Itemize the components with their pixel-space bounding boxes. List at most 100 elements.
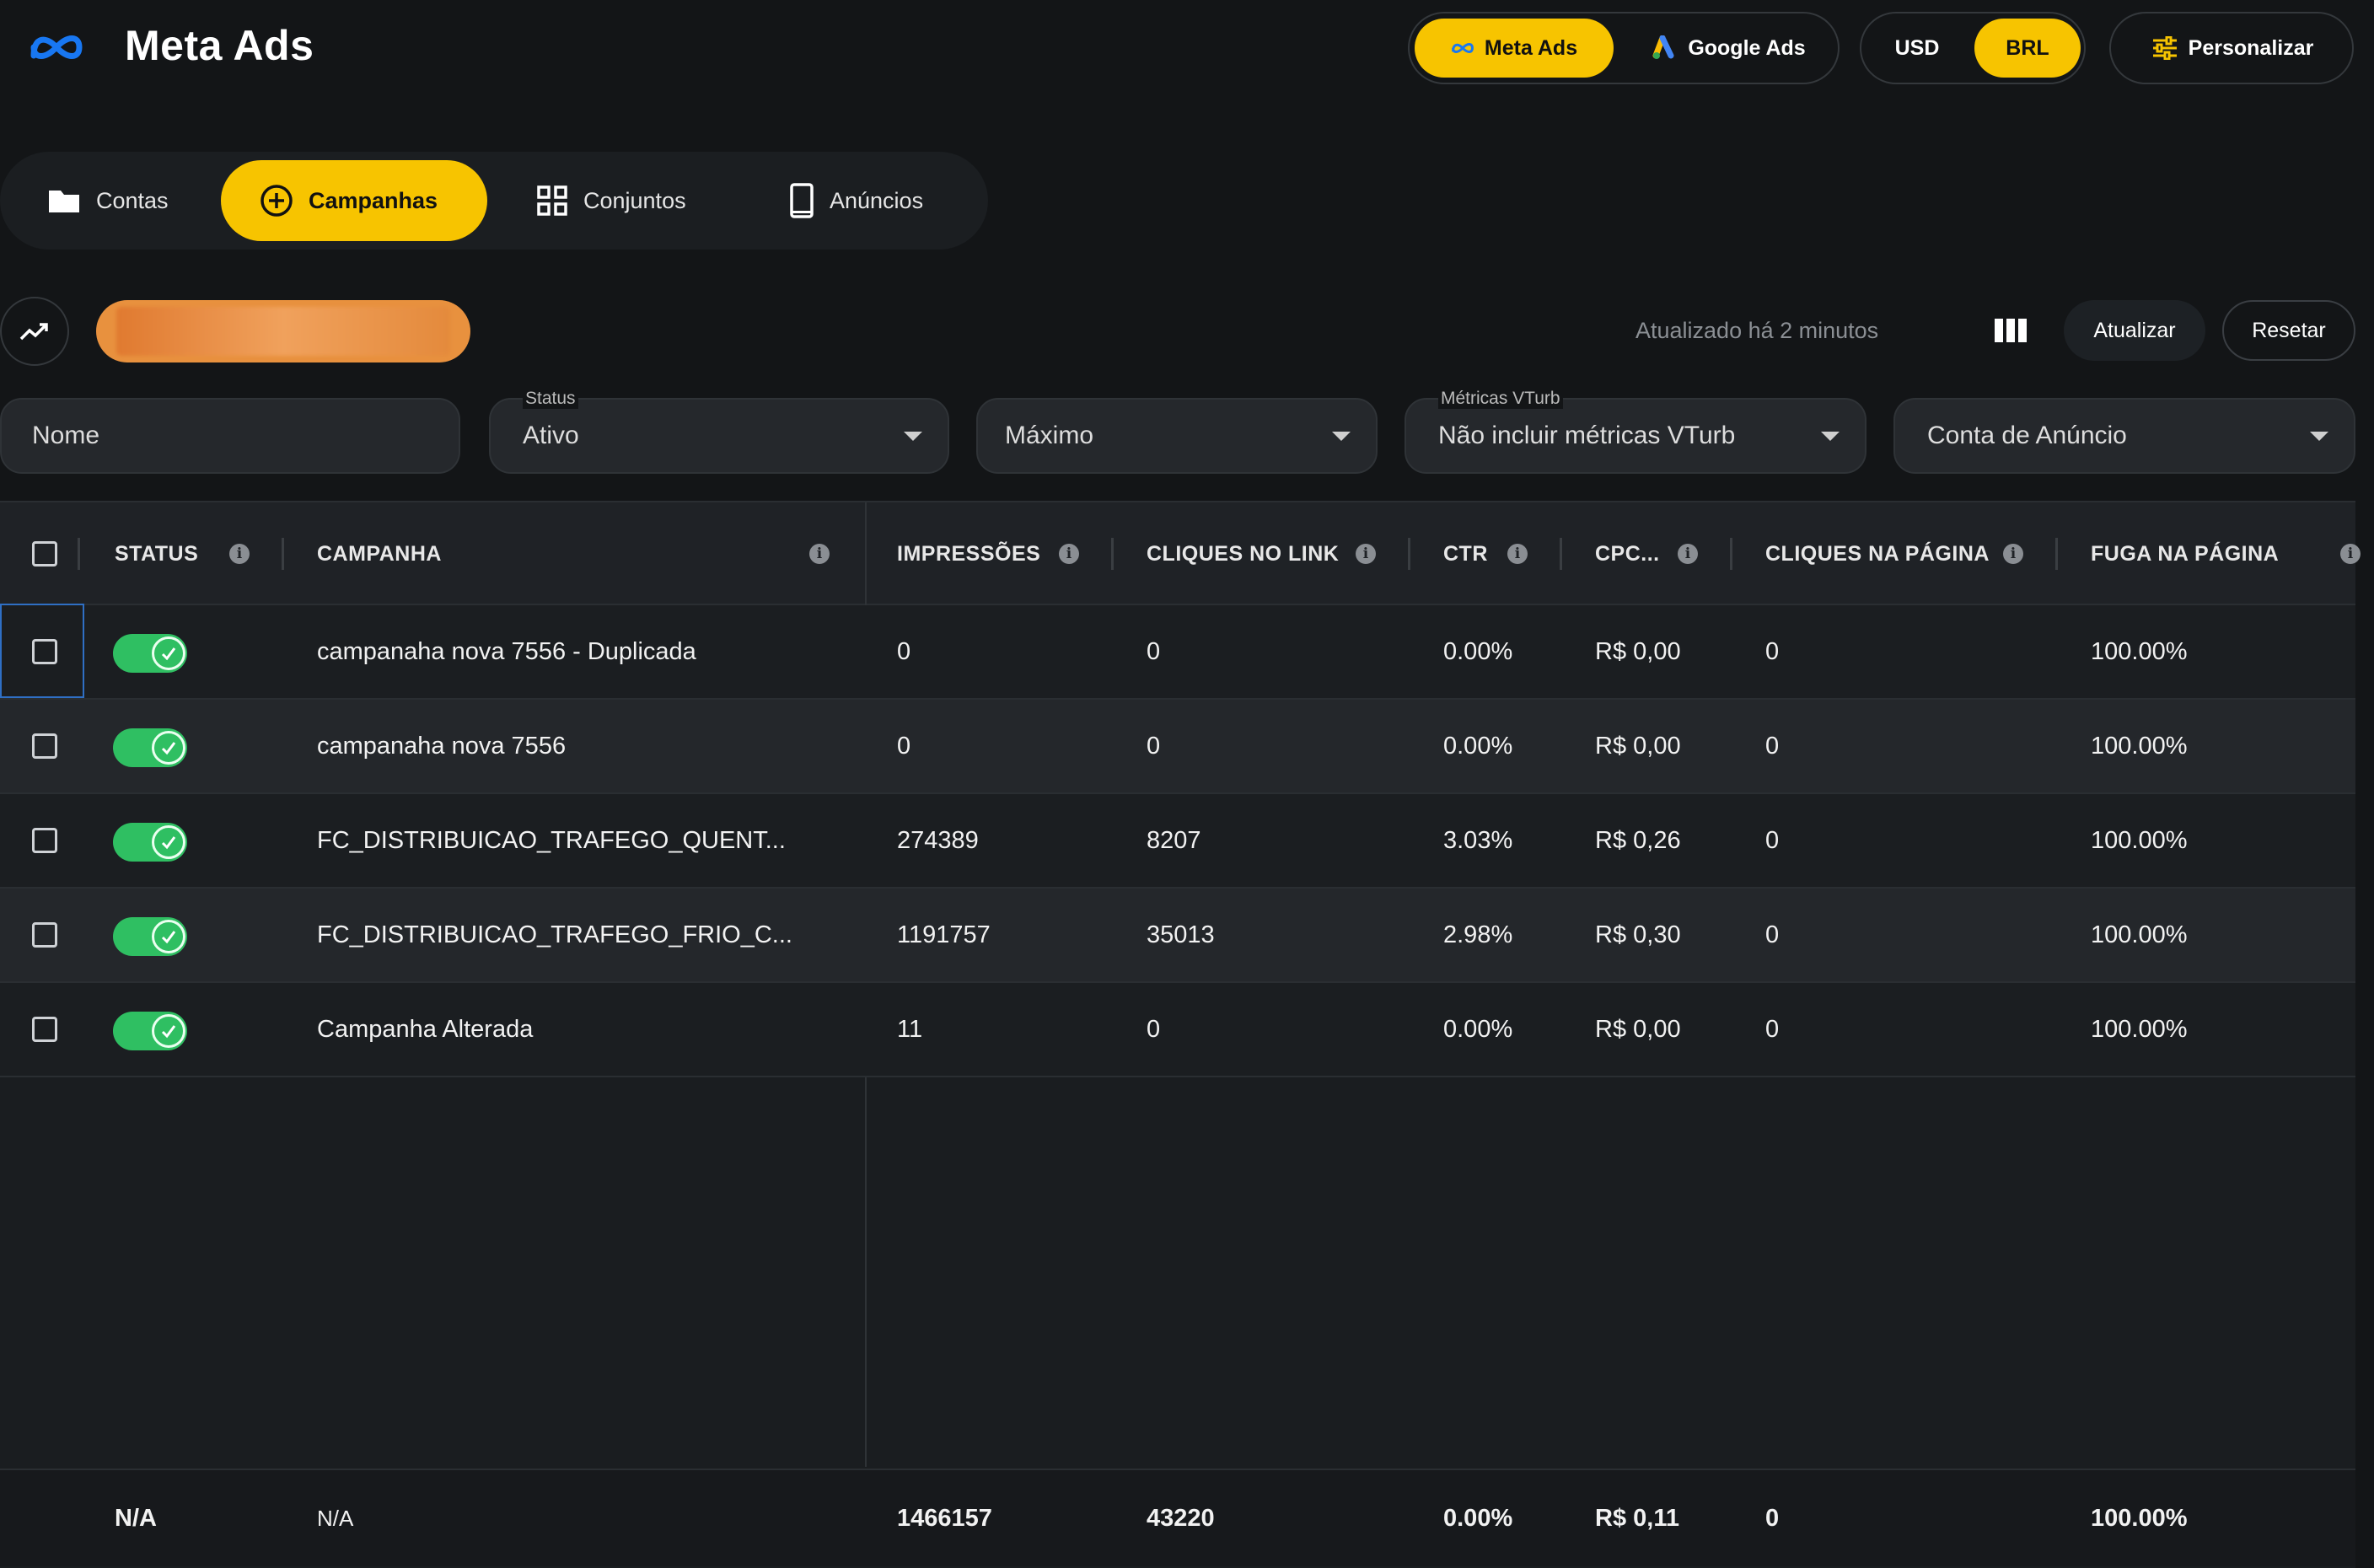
customize-button[interactable]: Personalizar [2109,12,2354,84]
status-toggle[interactable] [113,728,187,767]
page-clicks: 0 [1765,827,1780,854]
focused-cell-outline [0,604,84,698]
campaign-name[interactable]: FC_DISTRIBUICAO_TRAFEGO_QUENT... [317,794,786,887]
name-filter-input[interactable]: Nome [0,398,460,474]
customize-inner: Personalizar [2116,19,2349,78]
total-page-bounce: 100.00% [2091,1505,2188,1532]
ctr: 3.03% [1443,827,1513,854]
updated-status: Atualizado há 2 minutos [1635,318,1879,343]
total-status: N/A [115,1505,157,1532]
chevron-down-icon [1332,432,1351,441]
table-row[interactable]: campanaha nova 7556 - Duplicada 0 0 0.00… [0,605,2355,700]
campaign-name[interactable]: Campanha Alterada [317,983,533,1076]
cpc: R$ 0,26 [1595,827,1681,854]
page-clicks: 0 [1765,1016,1780,1043]
account-chip[interactable] [96,300,470,362]
page-clicks: 0 [1765,638,1780,665]
col-status[interactable]: STATUS [115,502,198,605]
period-select[interactable]: Máximo [976,398,1378,474]
col-fuga-pagina[interactable]: FUGA NA PÁGINA [2091,502,2279,605]
row-checkbox[interactable] [32,733,57,759]
col-campanha[interactable]: CAMPANHA [317,502,442,605]
info-icon[interactable]: i [1507,544,1528,564]
status-toggle[interactable] [113,1012,187,1050]
currency-usd[interactable]: USD [1866,19,1968,78]
info-icon[interactable]: i [1059,544,1079,564]
status-toggle[interactable] [113,823,187,862]
impressions: 274389 [897,827,979,854]
check-icon [152,920,185,953]
chart-toggle-button[interactable] [0,297,69,366]
cpc: R$ 0,00 [1595,638,1681,665]
ctr: 0.00% [1443,638,1513,665]
sliders-icon [2152,36,2177,60]
info-icon[interactable]: i [229,544,250,564]
account-select[interactable]: Conta de Anúncio [1893,398,2355,474]
link-clicks: 0 [1147,638,1161,665]
tab-contas-label: Contas [96,187,169,213]
platform-switch: Meta Ads Google Ads [1408,12,1840,84]
cpc: R$ 0,00 [1595,733,1681,760]
impressions: 0 [897,733,911,760]
tab-anuncios[interactable]: Anúncios [767,160,978,241]
col-cpc[interactable]: CPC... [1595,502,1660,605]
vturb-select-value: Não incluir métricas VTurb [1438,422,1736,449]
grid-icon [537,185,567,216]
column-separator [282,538,284,570]
table-row[interactable]: FC_DISTRIBUICAO_TRAFEGO_QUENT... 274389 … [0,794,2355,889]
check-icon [152,825,185,859]
status-select[interactable]: Status Ativo [489,389,949,474]
update-button[interactable]: Atualizar [2064,300,2205,361]
col-ctr[interactable]: CTR [1443,502,1488,605]
campaign-name[interactable]: campanaha nova 7556 [317,700,566,792]
page-bounce: 100.00% [2091,733,2188,760]
app-title: Meta Ads [125,22,314,69]
meta-logo-icon [30,35,83,59]
status-toggle[interactable] [113,634,187,673]
tab-anuncios-label: Anúncios [830,187,924,213]
reset-button[interactable]: Resetar [2222,300,2355,361]
tab-conjuntos[interactable]: Conjuntos [516,160,727,241]
table-row[interactable]: Campanha Alterada 11 0 0.00% R$ 0,00 0 1… [0,983,2355,1077]
info-icon[interactable]: i [1356,544,1376,564]
row-checkbox[interactable] [32,922,57,948]
page-bounce: 100.00% [2091,827,2188,854]
tab-campanhas[interactable]: Campanhas [221,160,487,241]
row-checkbox[interactable] [32,1017,57,1042]
column-separator [78,538,80,570]
status-select-value: Ativo [523,422,579,449]
info-icon[interactable]: i [1678,544,1698,564]
total-page-clicks: 0 [1765,1505,1780,1532]
level-tabs: Contas Campanhas Conjuntos Anúncios [0,152,988,250]
row-checkbox[interactable] [32,828,57,853]
campaign-name[interactable]: FC_DISTRIBUICAO_TRAFEGO_FRIO_C... [317,889,792,981]
google-ads-icon [1652,35,1674,59]
link-clicks: 8207 [1147,827,1201,854]
currency-switch: USD BRL [1860,12,2086,84]
impressions: 1191757 [897,921,991,948]
table-row[interactable]: campanaha nova 7556 0 0 0.00% R$ 0,00 0 … [0,700,2355,794]
columns-icon[interactable] [1995,317,2027,344]
status-toggle[interactable] [113,917,187,956]
vturb-select[interactable]: Métricas VTurb Não incluir métricas VTur… [1405,389,1866,474]
currency-brl[interactable]: BRL [1974,19,2081,78]
campaign-name[interactable]: campanaha nova 7556 - Duplicada [317,605,696,698]
info-icon[interactable]: i [2003,544,2023,564]
col-impressoes[interactable]: IMPRESSÕES [897,502,1040,605]
table-header: STATUS i CAMPANHA i IMPRESSÕES i CLIQUES… [0,502,2361,605]
column-separator [2055,538,2058,570]
col-cliques-link[interactable]: CLIQUES NO LINK [1147,502,1339,605]
table-row[interactable]: FC_DISTRIBUICAO_TRAFEGO_FRIO_C... 119175… [0,889,2355,983]
info-icon[interactable]: i [2340,544,2361,564]
col-cliques-pagina[interactable]: CLIQUES NA PÁGINA [1765,502,1990,605]
check-icon [152,636,185,670]
tab-contas[interactable]: Contas [17,160,185,241]
folder-icon [49,191,79,212]
page-clicks: 0 [1765,733,1780,760]
chevron-down-icon [2310,432,2328,441]
info-icon[interactable]: i [809,544,830,564]
select-all-checkbox[interactable] [32,541,57,567]
platform-meta-ads[interactable]: Meta Ads [1415,19,1614,78]
platform-google-ads[interactable]: Google Ads [1624,19,1834,78]
plus-circle-icon [260,185,293,217]
